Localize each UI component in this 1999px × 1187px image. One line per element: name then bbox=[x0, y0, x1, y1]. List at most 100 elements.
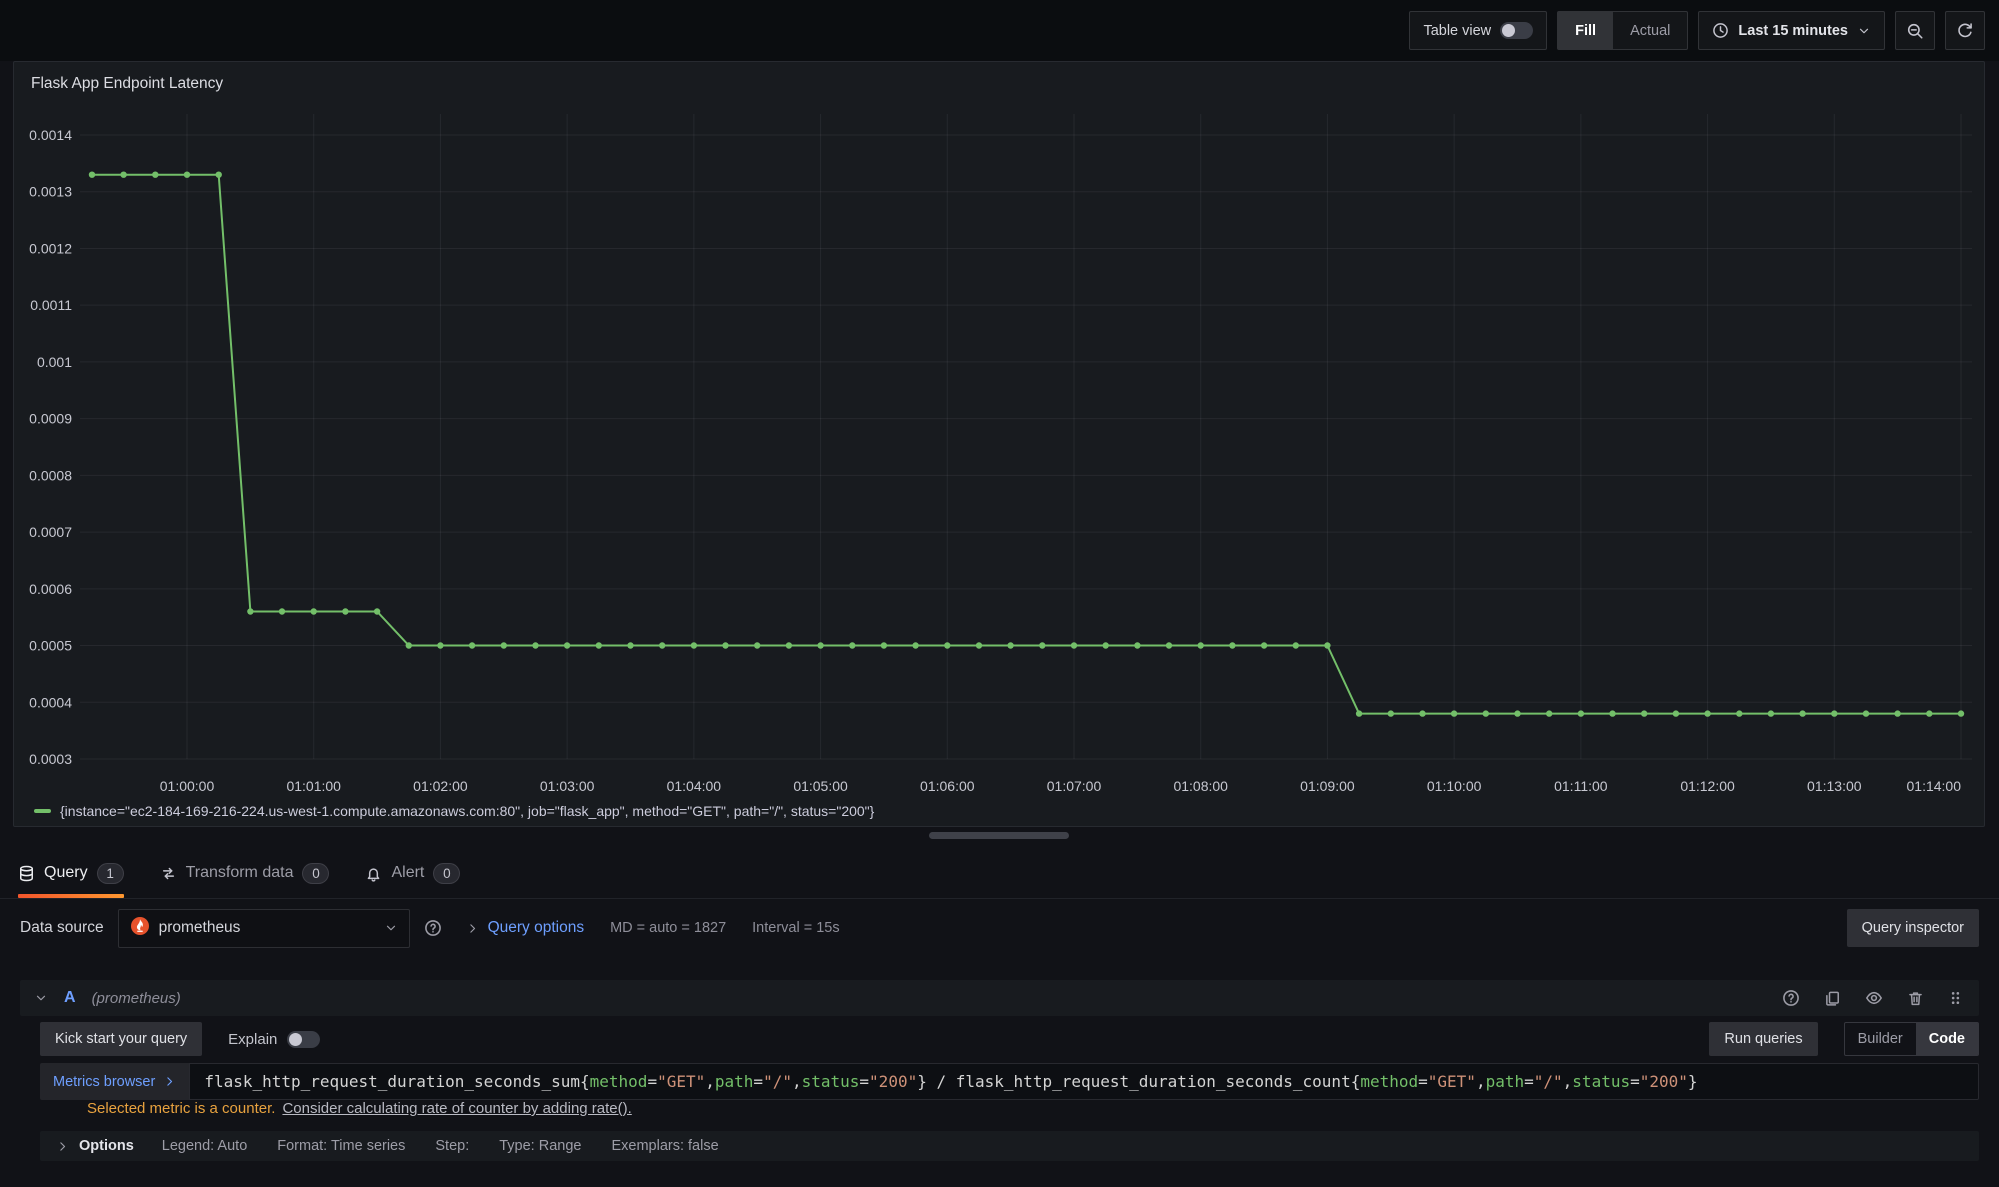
refresh-icon bbox=[1956, 22, 1974, 40]
options-label: Options bbox=[79, 1138, 134, 1154]
query-options-collapsed-row[interactable]: Options Legend: Auto Format: Time series… bbox=[40, 1131, 1979, 1161]
zoom-out-icon bbox=[1906, 22, 1924, 40]
max-datapoints-text: MD = auto = 1827 bbox=[610, 920, 726, 936]
tab-label: Alert bbox=[391, 864, 424, 882]
chevron-right-icon bbox=[466, 922, 479, 935]
duplicate-query-button[interactable] bbox=[1822, 988, 1843, 1009]
query-token: = bbox=[1630, 1072, 1640, 1091]
svg-text:0.0013: 0.0013 bbox=[29, 184, 72, 200]
builder-mode-button[interactable]: Builder bbox=[1845, 1023, 1916, 1055]
svg-text:0.0009: 0.0009 bbox=[29, 411, 72, 427]
query-token: flask_http_request_duration_seconds_sum{ bbox=[204, 1072, 589, 1091]
actual-button[interactable]: Actual bbox=[1613, 12, 1687, 49]
query-datasource-hint: (prometheus) bbox=[92, 990, 181, 1007]
panel-editor-header: Table view Fill Actual Last 15 minutes bbox=[0, 0, 1999, 61]
code-mode-button[interactable]: Code bbox=[1916, 1023, 1978, 1055]
help-circle-icon bbox=[424, 919, 442, 937]
latency-chart[interactable]: 0.00140.00130.00120.00110.0010.00090.000… bbox=[14, 102, 1986, 802]
query-token: path bbox=[715, 1072, 754, 1091]
metrics-browser-label: Metrics browser bbox=[53, 1074, 155, 1090]
table-view-switch[interactable] bbox=[1500, 22, 1533, 39]
timeseries-panel: Flask App Endpoint Latency 0.00140.00130… bbox=[13, 61, 1985, 827]
refresh-button[interactable] bbox=[1945, 11, 1985, 50]
tab-transform-badge: 0 bbox=[302, 863, 329, 884]
svg-text:0.0014: 0.0014 bbox=[29, 127, 72, 143]
fill-button[interactable]: Fill bbox=[1558, 12, 1613, 49]
svg-text:0.0003: 0.0003 bbox=[29, 751, 72, 767]
clock-icon bbox=[1712, 22, 1729, 39]
query-token: , bbox=[1563, 1072, 1573, 1091]
svg-text:01:08:00: 01:08:00 bbox=[1173, 778, 1228, 794]
fill-actual-group: Fill Actual bbox=[1557, 11, 1688, 50]
svg-text:0.0011: 0.0011 bbox=[30, 297, 72, 313]
tab-query[interactable]: Query 1 bbox=[18, 848, 124, 898]
svg-text:01:07:00: 01:07:00 bbox=[1047, 778, 1102, 794]
interval-text: Interval = 15s bbox=[752, 920, 839, 936]
query-token: = bbox=[753, 1072, 763, 1091]
datasource-row: Data source prometheus Query options MD … bbox=[0, 899, 1999, 957]
query-ref-id[interactable]: A bbox=[64, 989, 76, 1007]
svg-text:01:12:00: 01:12:00 bbox=[1680, 778, 1735, 794]
svg-text:01:11:00: 01:11:00 bbox=[1554, 778, 1608, 794]
query-token: "GET" bbox=[657, 1072, 705, 1091]
help-circle-icon bbox=[1782, 989, 1800, 1007]
counter-warning: Selected metric is a counter. Consider c… bbox=[87, 1100, 632, 1117]
query-token: = bbox=[1418, 1072, 1428, 1091]
drag-query-handle[interactable] bbox=[1946, 988, 1965, 1008]
explain-toggle-group: Explain bbox=[228, 1031, 320, 1048]
table-view-toggle-group: Table view bbox=[1409, 11, 1547, 50]
svg-text:01:01:00: 01:01:00 bbox=[286, 778, 341, 794]
toggle-query-visibility-button[interactable] bbox=[1863, 987, 1885, 1009]
kick-start-query-button[interactable]: Kick start your query bbox=[40, 1022, 202, 1056]
zoom-out-button[interactable] bbox=[1895, 11, 1935, 50]
option-format: Format: Time series bbox=[277, 1138, 405, 1154]
datasource-picker[interactable]: prometheus bbox=[118, 909, 410, 948]
query-token: method bbox=[1360, 1072, 1418, 1091]
time-range-label: Last 15 minutes bbox=[1738, 23, 1848, 39]
delete-query-button[interactable] bbox=[1905, 988, 1926, 1009]
svg-text:0.0008: 0.0008 bbox=[29, 467, 72, 483]
explain-switch[interactable] bbox=[287, 1031, 320, 1048]
query-token: status bbox=[1572, 1072, 1630, 1091]
promql-query-input[interactable]: flask_http_request_duration_seconds_sum{… bbox=[189, 1063, 1979, 1100]
switch-knob bbox=[1502, 24, 1515, 37]
tab-transform-data[interactable]: Transform data 0 bbox=[160, 848, 330, 898]
chevron-right-icon bbox=[56, 1140, 69, 1153]
query-inspector-button[interactable]: Query inspector bbox=[1847, 909, 1979, 947]
prometheus-logo-icon bbox=[130, 916, 150, 941]
tab-alert-badge: 0 bbox=[433, 863, 460, 884]
svg-text:0.0004: 0.0004 bbox=[29, 694, 72, 710]
svg-text:01:00:00: 01:00:00 bbox=[160, 778, 215, 794]
svg-text:0.0007: 0.0007 bbox=[29, 524, 72, 540]
svg-text:01:03:00: 01:03:00 bbox=[540, 778, 595, 794]
query-token: path bbox=[1486, 1072, 1525, 1091]
query-row-a: A (prometheus) bbox=[20, 980, 1979, 1016]
editor-tabs: Query 1 Transform data 0 Alert 0 bbox=[0, 848, 1999, 899]
datasource-help-button[interactable] bbox=[420, 915, 446, 941]
option-step: Step: bbox=[435, 1138, 469, 1154]
metrics-browser-button[interactable]: Metrics browser bbox=[40, 1063, 189, 1100]
collapse-query-icon[interactable] bbox=[34, 991, 48, 1005]
trash-icon bbox=[1907, 990, 1924, 1007]
svg-text:01:04:00: 01:04:00 bbox=[667, 778, 722, 794]
datasource-label: Data source bbox=[20, 919, 104, 937]
pane-resize-handle[interactable] bbox=[929, 832, 1069, 839]
query-token: "/" bbox=[763, 1072, 792, 1091]
svg-text:0.0006: 0.0006 bbox=[29, 581, 72, 597]
eye-icon bbox=[1865, 989, 1883, 1007]
run-queries-button[interactable]: Run queries bbox=[1709, 1022, 1817, 1056]
legend-item[interactable]: {instance="ec2-184-169-216-224.us-west-1… bbox=[34, 803, 874, 819]
time-range-button[interactable]: Last 15 minutes bbox=[1698, 11, 1885, 50]
query-help-button[interactable] bbox=[1780, 987, 1802, 1009]
query-options-toggle[interactable]: Query options bbox=[466, 919, 585, 937]
active-tab-underline bbox=[18, 894, 124, 898]
query-token: , bbox=[792, 1072, 802, 1091]
svg-text:01:05:00: 01:05:00 bbox=[793, 778, 848, 794]
svg-text:0.0012: 0.0012 bbox=[29, 240, 72, 256]
chevron-right-icon bbox=[163, 1075, 176, 1088]
tab-alert[interactable]: Alert 0 bbox=[365, 848, 460, 898]
query-token: = bbox=[1524, 1072, 1534, 1091]
warning-rate-link[interactable]: Consider calculating rate of counter by … bbox=[282, 1100, 631, 1117]
query-token: , bbox=[705, 1072, 715, 1091]
svg-text:0.0005: 0.0005 bbox=[29, 638, 72, 654]
